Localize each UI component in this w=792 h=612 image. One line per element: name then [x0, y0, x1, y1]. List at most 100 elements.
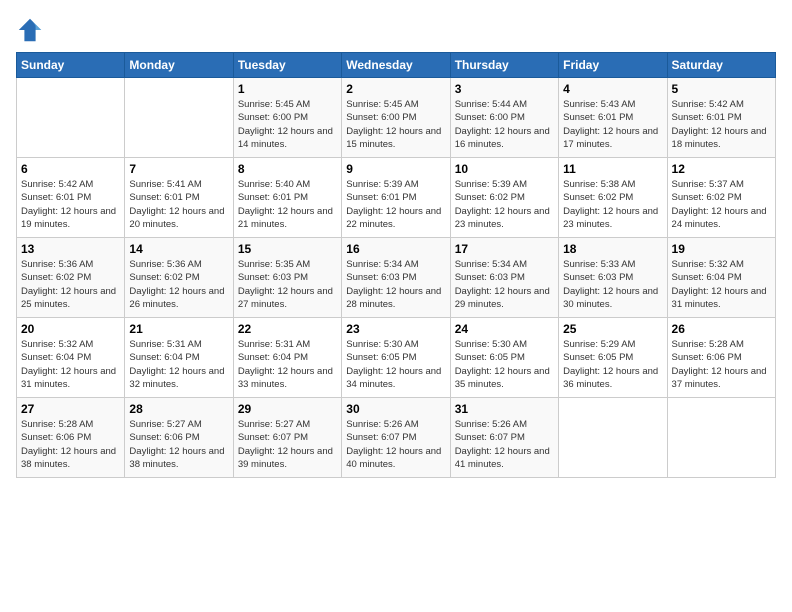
day-info: Sunrise: 5:34 AM Sunset: 6:03 PM Dayligh… — [346, 258, 445, 311]
calendar-cell: 10 Sunrise: 5:39 AM Sunset: 6:02 PM Dayl… — [450, 158, 558, 238]
day-number: 1 — [238, 82, 337, 96]
calendar-cell: 11 Sunrise: 5:38 AM Sunset: 6:02 PM Dayl… — [559, 158, 667, 238]
daylight-text: Daylight: 12 hours and 28 minutes. — [346, 286, 441, 310]
calendar-week-3: 13 Sunrise: 5:36 AM Sunset: 6:02 PM Dayl… — [17, 238, 776, 318]
calendar-week-2: 6 Sunrise: 5:42 AM Sunset: 6:01 PM Dayli… — [17, 158, 776, 238]
calendar-cell — [17, 78, 125, 158]
calendar-cell: 28 Sunrise: 5:27 AM Sunset: 6:06 PM Dayl… — [125, 398, 233, 478]
daylight-text: Daylight: 12 hours and 34 minutes. — [346, 366, 441, 390]
calendar-cell: 1 Sunrise: 5:45 AM Sunset: 6:00 PM Dayli… — [233, 78, 341, 158]
sunrise-text: Sunrise: 5:31 AM — [238, 339, 310, 350]
daylight-text: Daylight: 12 hours and 24 minutes. — [672, 206, 767, 230]
day-info: Sunrise: 5:33 AM Sunset: 6:03 PM Dayligh… — [563, 258, 662, 311]
sunrise-text: Sunrise: 5:37 AM — [672, 179, 744, 190]
day-info: Sunrise: 5:45 AM Sunset: 6:00 PM Dayligh… — [238, 98, 337, 151]
sunset-text: Sunset: 6:00 PM — [346, 112, 416, 123]
day-info: Sunrise: 5:41 AM Sunset: 6:01 PM Dayligh… — [129, 178, 228, 231]
day-number: 25 — [563, 322, 662, 336]
day-number: 24 — [455, 322, 554, 336]
day-info: Sunrise: 5:42 AM Sunset: 6:01 PM Dayligh… — [21, 178, 120, 231]
daylight-text: Daylight: 12 hours and 37 minutes. — [672, 366, 767, 390]
sunset-text: Sunset: 6:04 PM — [238, 352, 308, 363]
daylight-text: Daylight: 12 hours and 38 minutes. — [129, 446, 224, 470]
calendar-cell: 6 Sunrise: 5:42 AM Sunset: 6:01 PM Dayli… — [17, 158, 125, 238]
sunrise-text: Sunrise: 5:35 AM — [238, 259, 310, 270]
day-info: Sunrise: 5:30 AM Sunset: 6:05 PM Dayligh… — [455, 338, 554, 391]
sunrise-text: Sunrise: 5:45 AM — [346, 99, 418, 110]
daylight-text: Daylight: 12 hours and 23 minutes. — [455, 206, 550, 230]
sunrise-text: Sunrise: 5:27 AM — [238, 419, 310, 430]
sunrise-text: Sunrise: 5:43 AM — [563, 99, 635, 110]
sunset-text: Sunset: 6:02 PM — [672, 192, 742, 203]
daylight-text: Daylight: 12 hours and 26 minutes. — [129, 286, 224, 310]
daylight-text: Daylight: 12 hours and 22 minutes. — [346, 206, 441, 230]
day-number: 12 — [672, 162, 771, 176]
calendar-cell: 8 Sunrise: 5:40 AM Sunset: 6:01 PM Dayli… — [233, 158, 341, 238]
page-header — [16, 16, 776, 44]
sunset-text: Sunset: 6:05 PM — [455, 352, 525, 363]
calendar-cell: 31 Sunrise: 5:26 AM Sunset: 6:07 PM Dayl… — [450, 398, 558, 478]
day-number: 30 — [346, 402, 445, 416]
day-info: Sunrise: 5:34 AM Sunset: 6:03 PM Dayligh… — [455, 258, 554, 311]
daylight-text: Daylight: 12 hours and 25 minutes. — [21, 286, 116, 310]
day-info: Sunrise: 5:26 AM Sunset: 6:07 PM Dayligh… — [346, 418, 445, 471]
sunrise-text: Sunrise: 5:36 AM — [21, 259, 93, 270]
day-number: 22 — [238, 322, 337, 336]
daylight-text: Daylight: 12 hours and 32 minutes. — [129, 366, 224, 390]
sunrise-text: Sunrise: 5:28 AM — [672, 339, 744, 350]
sunset-text: Sunset: 6:02 PM — [21, 272, 91, 283]
daylight-text: Daylight: 12 hours and 30 minutes. — [563, 286, 658, 310]
daylight-text: Daylight: 12 hours and 20 minutes. — [129, 206, 224, 230]
day-info: Sunrise: 5:40 AM Sunset: 6:01 PM Dayligh… — [238, 178, 337, 231]
calendar-cell: 23 Sunrise: 5:30 AM Sunset: 6:05 PM Dayl… — [342, 318, 450, 398]
sunset-text: Sunset: 6:00 PM — [238, 112, 308, 123]
daylight-text: Daylight: 12 hours and 41 minutes. — [455, 446, 550, 470]
sunrise-text: Sunrise: 5:33 AM — [563, 259, 635, 270]
sunrise-text: Sunrise: 5:32 AM — [21, 339, 93, 350]
sunrise-text: Sunrise: 5:38 AM — [563, 179, 635, 190]
weekday-header-saturday: Saturday — [667, 53, 775, 78]
sunset-text: Sunset: 6:01 PM — [238, 192, 308, 203]
day-info: Sunrise: 5:27 AM Sunset: 6:07 PM Dayligh… — [238, 418, 337, 471]
weekday-header-tuesday: Tuesday — [233, 53, 341, 78]
day-number: 27 — [21, 402, 120, 416]
day-number: 15 — [238, 242, 337, 256]
sunset-text: Sunset: 6:06 PM — [21, 432, 91, 443]
day-number: 11 — [563, 162, 662, 176]
weekday-header-friday: Friday — [559, 53, 667, 78]
sunrise-text: Sunrise: 5:28 AM — [21, 419, 93, 430]
calendar-cell: 7 Sunrise: 5:41 AM Sunset: 6:01 PM Dayli… — [125, 158, 233, 238]
daylight-text: Daylight: 12 hours and 16 minutes. — [455, 126, 550, 150]
day-info: Sunrise: 5:28 AM Sunset: 6:06 PM Dayligh… — [21, 418, 120, 471]
sunset-text: Sunset: 6:05 PM — [563, 352, 633, 363]
day-number: 7 — [129, 162, 228, 176]
weekday-row: SundayMondayTuesdayWednesdayThursdayFrid… — [17, 53, 776, 78]
sunrise-text: Sunrise: 5:27 AM — [129, 419, 201, 430]
calendar-cell: 13 Sunrise: 5:36 AM Sunset: 6:02 PM Dayl… — [17, 238, 125, 318]
daylight-text: Daylight: 12 hours and 31 minutes. — [672, 286, 767, 310]
calendar-cell: 15 Sunrise: 5:35 AM Sunset: 6:03 PM Dayl… — [233, 238, 341, 318]
day-number: 31 — [455, 402, 554, 416]
day-info: Sunrise: 5:31 AM Sunset: 6:04 PM Dayligh… — [129, 338, 228, 391]
sunrise-text: Sunrise: 5:30 AM — [455, 339, 527, 350]
sunset-text: Sunset: 6:04 PM — [129, 352, 199, 363]
sunrise-text: Sunrise: 5:42 AM — [21, 179, 93, 190]
calendar-cell: 22 Sunrise: 5:31 AM Sunset: 6:04 PM Dayl… — [233, 318, 341, 398]
calendar-cell: 20 Sunrise: 5:32 AM Sunset: 6:04 PM Dayl… — [17, 318, 125, 398]
sunset-text: Sunset: 6:01 PM — [563, 112, 633, 123]
day-number: 4 — [563, 82, 662, 96]
calendar-cell: 27 Sunrise: 5:28 AM Sunset: 6:06 PM Dayl… — [17, 398, 125, 478]
logo — [16, 16, 48, 44]
day-number: 19 — [672, 242, 771, 256]
sunset-text: Sunset: 6:01 PM — [21, 192, 91, 203]
day-info: Sunrise: 5:29 AM Sunset: 6:05 PM Dayligh… — [563, 338, 662, 391]
sunrise-text: Sunrise: 5:31 AM — [129, 339, 201, 350]
sunset-text: Sunset: 6:07 PM — [238, 432, 308, 443]
sunset-text: Sunset: 6:02 PM — [563, 192, 633, 203]
sunset-text: Sunset: 6:05 PM — [346, 352, 416, 363]
weekday-header-sunday: Sunday — [17, 53, 125, 78]
calendar-week-5: 27 Sunrise: 5:28 AM Sunset: 6:06 PM Dayl… — [17, 398, 776, 478]
daylight-text: Daylight: 12 hours and 40 minutes. — [346, 446, 441, 470]
sunrise-text: Sunrise: 5:44 AM — [455, 99, 527, 110]
sunset-text: Sunset: 6:04 PM — [672, 272, 742, 283]
